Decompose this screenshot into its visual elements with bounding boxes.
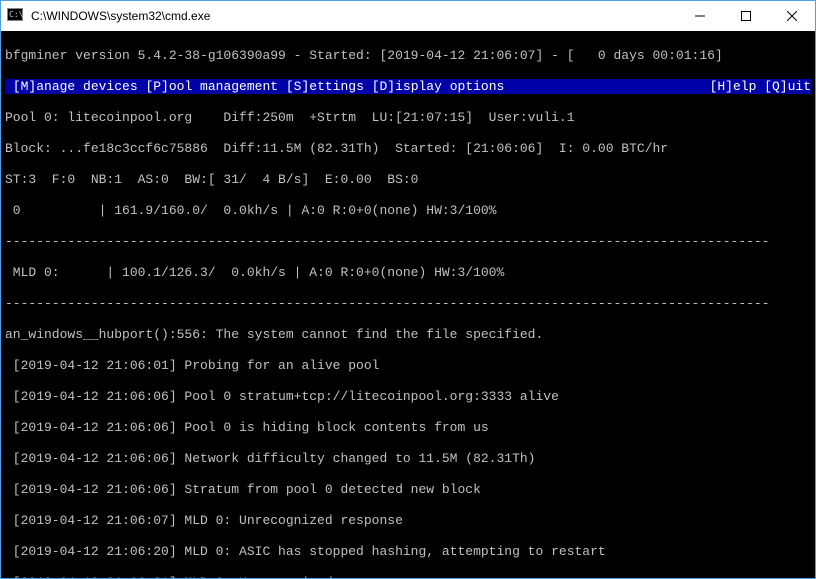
menu-settings[interactable]: [S]ettings: [286, 79, 372, 94]
header-line: bfgminer version 5.4.2-38-g106390a99 - S…: [5, 48, 811, 64]
log-line: [2019-04-12 21:06:21] MLD 0: Unrecognize…: [5, 575, 811, 579]
log-line: [2019-04-12 21:06:06] Pool 0 is hiding b…: [5, 420, 811, 436]
svg-text:C:\: C:\: [9, 10, 23, 19]
menu-quit[interactable]: [Q]uit: [764, 79, 811, 94]
log-line: [2019-04-12 21:06:01] Probing for an ali…: [5, 358, 811, 374]
mld-line: MLD 0: | 100.1/126.3/ 0.0kh/s | A:0 R:0+…: [5, 265, 811, 281]
menu-display[interactable]: [D]isplay options: [372, 79, 505, 94]
block-line: Block: ...fe18c3ccf6c75886 Diff:11.5M (8…: [5, 141, 811, 157]
log-line: [2019-04-12 21:06:06] Pool 0 stratum+tcp…: [5, 389, 811, 405]
st-line: ST:3 F:0 NB:1 AS:0 BW:[ 31/ 4 B/s] E:0.0…: [5, 172, 811, 188]
dash-line-1: ----------------------------------------…: [5, 234, 811, 250]
cmd-icon: C:\: [1, 8, 29, 24]
cmd-window: C:\ C:\WINDOWS\system32\cmd.exe bfgminer…: [0, 0, 816, 579]
log-line: [2019-04-12 21:06:07] MLD 0: Unrecognize…: [5, 513, 811, 529]
console-output[interactable]: bfgminer version 5.4.2-38-g106390a99 - S…: [1, 31, 815, 578]
menu-manage[interactable]: [M]anage devices: [13, 79, 146, 94]
titlebar[interactable]: C:\ C:\WINDOWS\system32\cmd.exe: [1, 1, 815, 31]
menu-bar: [M]anage devices [P]ool management [S]et…: [5, 79, 811, 95]
log-line: [2019-04-12 21:06:06] Stratum from pool …: [5, 482, 811, 498]
minimize-button[interactable]: [677, 1, 723, 31]
window-buttons: [677, 1, 815, 31]
sum-line: 0 | 161.9/160.0/ 0.0kh/s | A:0 R:0+0(non…: [5, 203, 811, 219]
dash-line-2: ----------------------------------------…: [5, 296, 811, 312]
menu-help[interactable]: [H]elp: [710, 79, 765, 94]
log-line: [2019-04-12 21:06:20] MLD 0: ASIC has st…: [5, 544, 811, 560]
close-button[interactable]: [769, 1, 815, 31]
log-line: an_windows__hubport():556: The system ca…: [5, 327, 811, 343]
log-line: [2019-04-12 21:06:06] Network difficulty…: [5, 451, 811, 467]
maximize-button[interactable]: [723, 1, 769, 31]
window-title: C:\WINDOWS\system32\cmd.exe: [29, 9, 677, 23]
pool-line: Pool 0: litecoinpool.org Diff:250m +Strt…: [5, 110, 811, 126]
menu-pool[interactable]: [P]ool management: [145, 79, 285, 94]
